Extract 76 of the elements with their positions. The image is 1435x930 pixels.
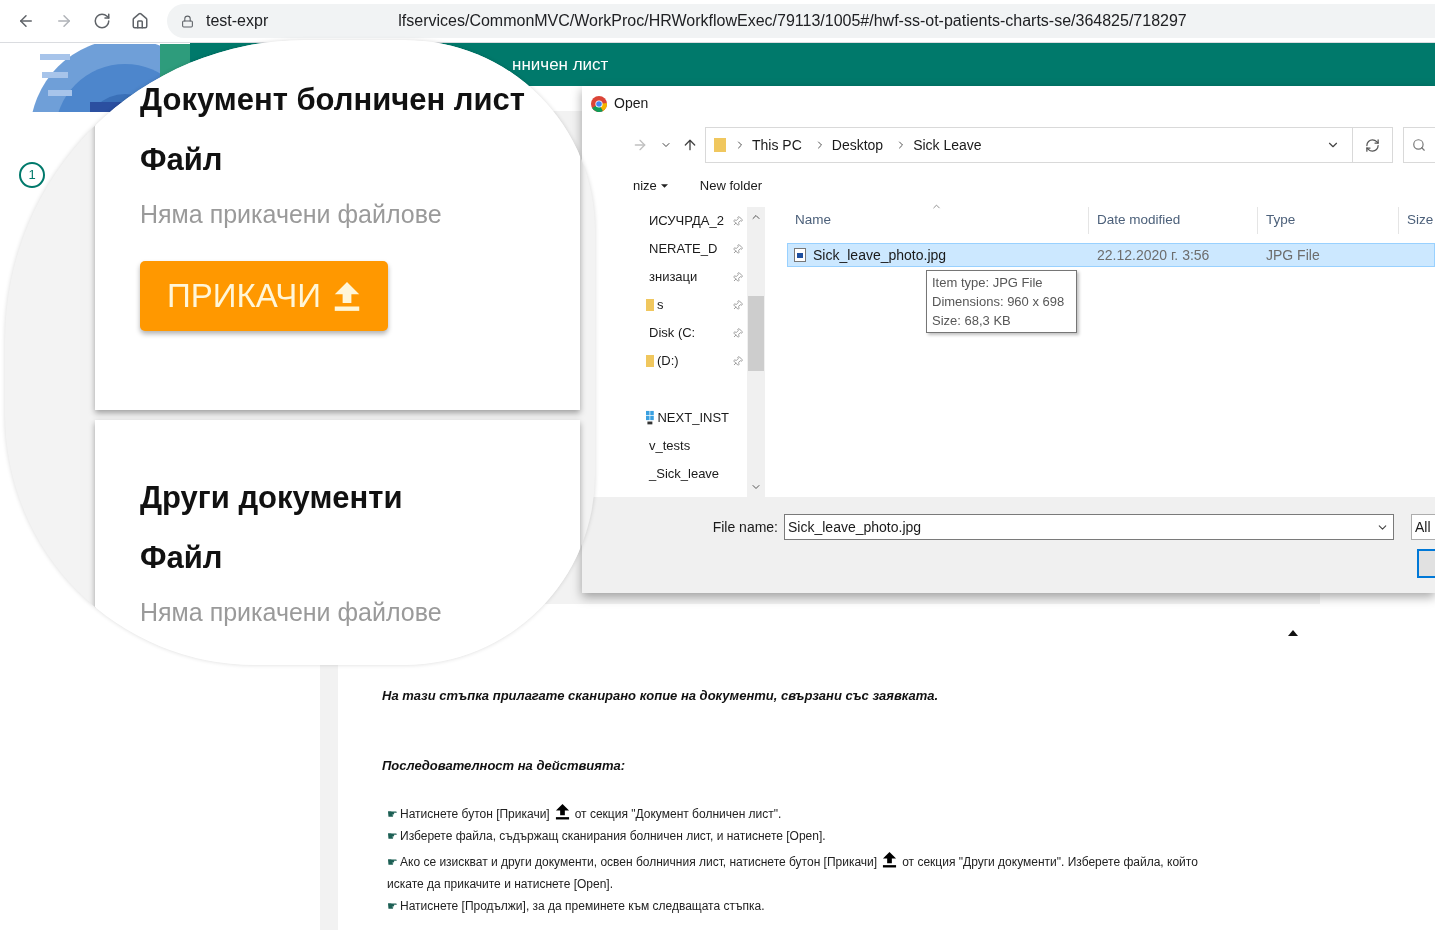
image-file-icon xyxy=(794,248,806,262)
step-text: от секция "Други документи". Изберете файла, който xyxy=(902,854,1198,871)
toolbar-item[interactable]: New folder xyxy=(699,176,762,196)
breadcrumb-item[interactable]: This PC xyxy=(752,134,802,156)
chrome-icon xyxy=(591,95,607,112)
back-icon[interactable] xyxy=(17,12,35,30)
tooltip-line: Item type: JPG File xyxy=(932,274,1044,292)
bullet-icon: ☛ xyxy=(387,803,398,825)
step-text: Изберете файла, съдържащ сканирания болничен лист, и натиснете [Open]. xyxy=(400,828,826,845)
lock-icon xyxy=(181,14,194,28)
bullet-icon: ☛ xyxy=(387,895,398,917)
url-text: lfservices/CommonMVC/WorkProc/HRWorkflowExec/79113/1005#/hwf-ss-ot-patients-charts-se/364825/718297 xyxy=(398,11,1187,31)
upload-icon xyxy=(554,803,570,820)
file-name-label: File name: xyxy=(711,517,779,537)
nav-item[interactable]: _Sick_leave xyxy=(646,460,747,488)
folder-icon xyxy=(646,352,654,370)
tooltip-line: Dimensions: 960 x 698 xyxy=(932,293,1066,311)
nav-item[interactable]: (D:) xyxy=(646,347,747,375)
forward-icon[interactable] xyxy=(632,137,648,153)
scrollbar[interactable] xyxy=(747,207,765,497)
file-type: JPG File xyxy=(1265,245,1321,265)
file-name-field[interactable]: Sick_leave_photo.jpg xyxy=(784,514,1394,540)
refresh-icon xyxy=(1365,137,1380,153)
folder-icon xyxy=(714,138,726,152)
breadcrumb-bar[interactable]: This PC Desktop Sick Leave xyxy=(705,127,1353,163)
breadcrumb-item[interactable]: Sick Leave xyxy=(913,134,982,156)
section-title: Документ болничен лист xyxy=(140,81,526,119)
file-type-filter[interactable]: All xyxy=(1411,514,1435,540)
refresh-button[interactable] xyxy=(1353,127,1393,163)
nav-item[interactable]: NERATE_D xyxy=(646,235,747,263)
column-header[interactable]: Name xyxy=(787,207,1088,234)
nav-item[interactable]: ИСУЧРДА_2 xyxy=(646,207,747,235)
step-text: Натиснете бутон [Прикачи] xyxy=(400,806,550,823)
caret-icon xyxy=(660,184,668,188)
column-header[interactable]: Size xyxy=(1398,207,1435,234)
empty-files-text: Няма прикачени файлове xyxy=(140,597,442,628)
search-field[interactable] xyxy=(1403,127,1435,163)
dialog-title: Open xyxy=(614,94,649,113)
step-text: от секция "Документ болничен лист". xyxy=(574,806,782,823)
tooltip-line: Size: 68,3 KB xyxy=(932,312,1012,330)
nav-item[interactable]: v_tests xyxy=(646,432,747,460)
step-text: Натиснете [Продължи], за да преминете към следващата стъпка. xyxy=(400,898,765,915)
upload-icon xyxy=(882,851,898,868)
open-button[interactable] xyxy=(1417,549,1435,578)
nav-item[interactable]: NEXT_INST xyxy=(646,404,747,432)
folder-icon xyxy=(646,296,654,314)
file-name: Sick_leave_photo.jpg xyxy=(813,245,947,265)
reload-icon[interactable] xyxy=(93,12,111,30)
url-text: test-expr xyxy=(206,11,269,31)
section-title: Други документи xyxy=(140,479,404,517)
field-label: Файл xyxy=(140,539,223,577)
breadcrumb-item[interactable]: Desktop xyxy=(831,134,884,156)
column-header[interactable]: Date modified xyxy=(1088,207,1257,234)
header-title: нничен лист xyxy=(512,53,609,76)
step-text: искате да прикачите и натиснете [Open]. xyxy=(387,877,614,891)
help-heading: Последователност на действията: xyxy=(382,756,627,775)
scroll-thumb[interactable] xyxy=(748,296,764,371)
help-intro: На тази стъпка прилагате сканирано копие на документи, свързани със заявката. xyxy=(382,687,940,705)
collapse-icon[interactable] xyxy=(1288,630,1298,636)
step-text: Ако се изискват и други документи, освен болничния лист, натиснете бутон [Прикачи] xyxy=(400,854,878,871)
toolbar-item[interactable]: nize xyxy=(633,176,668,196)
file-date: 22.12.2020 г. 3:56 xyxy=(1096,245,1211,265)
nav-item[interactable]: знизаци xyxy=(646,263,747,291)
field-label: Файл xyxy=(140,141,223,179)
address-bar[interactable]: test-expr lfservices/CommonMVC/WorkProc/HRWorkflowExec/79113/1005#/hwf-ss-ot-patients-charts-se/364825/718297 xyxy=(167,4,1435,38)
bullet-icon: ☛ xyxy=(387,851,398,873)
column-header[interactable]: Type xyxy=(1257,207,1398,234)
file-row[interactable]: Sick_leave_photo.jpg 22.12.2020 г. 3:56 JPG File xyxy=(787,243,1435,267)
search-icon xyxy=(1412,138,1426,152)
up-folder-icon[interactable] xyxy=(682,137,698,153)
home-icon[interactable] xyxy=(131,12,149,30)
nav-item[interactable]: Disk (C: xyxy=(646,319,747,347)
nav-item[interactable]: s xyxy=(646,291,747,319)
upload-icon xyxy=(332,280,361,312)
bullet-icon: ☛ xyxy=(387,825,398,847)
empty-files-text: Няма прикачени файлове xyxy=(140,199,442,230)
